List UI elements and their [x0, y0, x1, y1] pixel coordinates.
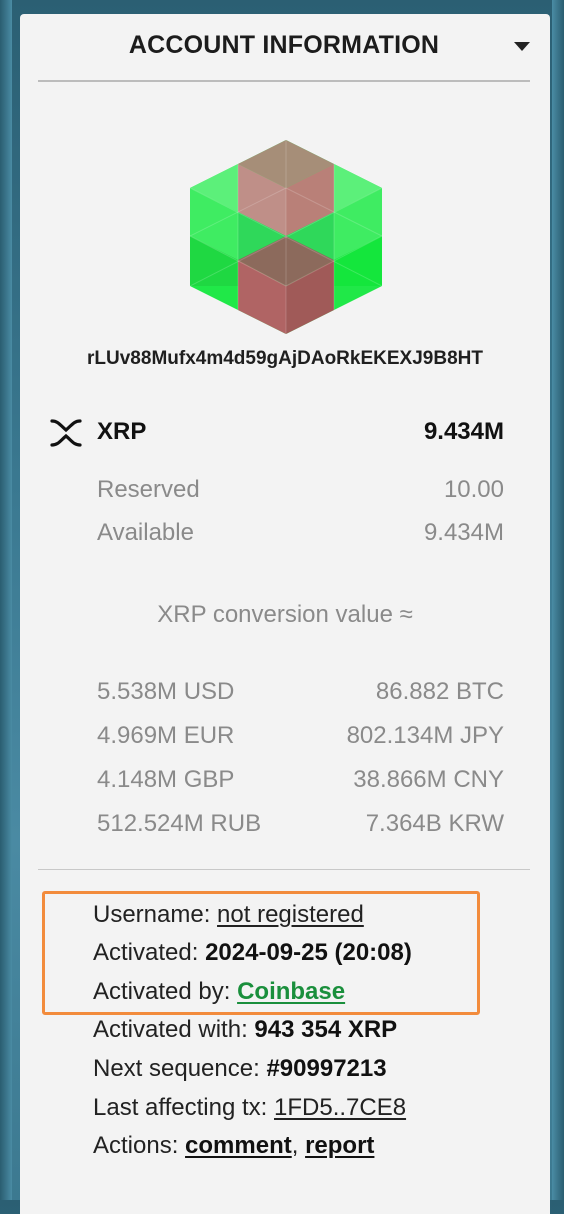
- xrp-logo-icon: [50, 419, 82, 447]
- panel-title: ACCOUNT INFORMATION: [128, 31, 440, 59]
- currency-label: XRP: [97, 418, 147, 445]
- account-info-panel: ACCOUNT INFORMATION rLUv88Mufx4m4d59gAjD…: [20, 14, 550, 1214]
- activated-with-label: Activated with:: [93, 1016, 248, 1043]
- conversion-value: 86.882 BTC: [375, 678, 504, 705]
- actions-line: Actions: comment, report: [93, 1132, 374, 1160]
- activated-label: Activated:: [93, 939, 199, 966]
- balance-amount: 9.434M: [423, 418, 504, 445]
- account-address[interactable]: rLUv88Mufx4m4d59gAjDAoRkEKEXJ9B8HT: [20, 348, 550, 370]
- chevron-down-icon[interactable]: [514, 42, 530, 51]
- activated-by-line: Activated by: Coinbase: [93, 978, 345, 1006]
- activated-line: Activated: 2024-09-25 (20:08): [93, 939, 412, 967]
- conversion-value: 5.538M USD: [97, 678, 235, 705]
- activated-with-line: Activated with: 943 354 XRP: [93, 1016, 397, 1044]
- activated-date: 2024-09-25 (20:08): [205, 939, 412, 966]
- reserved-value: 10.00: [443, 476, 504, 503]
- activated-with-amount: 943 354 XRP: [254, 1016, 398, 1043]
- actions-separator: ,: [291, 1132, 299, 1159]
- last-tx-line: Last affecting tx: 1FD5..7CE8: [93, 1094, 406, 1122]
- section-divider: [38, 869, 530, 870]
- comment-link[interactable]: comment: [185, 1132, 292, 1159]
- background-left: [0, 0, 12, 1200]
- panel-header[interactable]: ACCOUNT INFORMATION: [38, 14, 530, 82]
- username-label: Username:: [93, 901, 211, 928]
- last-tx-link[interactable]: 1FD5..7CE8: [274, 1094, 406, 1121]
- hex-cube-identicon: [190, 140, 382, 334]
- background-right: [552, 0, 564, 1200]
- reserved-label: Reserved: [97, 476, 200, 503]
- conversion-value: 4.148M GBP: [97, 766, 235, 793]
- conversion-value: 512.524M RUB: [97, 810, 262, 837]
- username-link[interactable]: not registered: [217, 901, 364, 928]
- last-tx-label: Last affecting tx:: [93, 1094, 268, 1121]
- available-label: Available: [97, 519, 194, 546]
- activated-by-link[interactable]: Coinbase: [237, 978, 345, 1005]
- next-sequence-value: #90997213: [266, 1055, 387, 1082]
- conversion-title: XRP conversion value ≈: [157, 601, 413, 628]
- next-sequence-label: Next sequence:: [93, 1055, 260, 1082]
- activated-by-label: Activated by:: [93, 978, 231, 1005]
- conversion-value: 7.364B KRW: [365, 810, 504, 837]
- report-link[interactable]: report: [305, 1132, 374, 1159]
- actions-label: Actions:: [93, 1132, 179, 1159]
- conversion-value: 4.969M EUR: [97, 722, 235, 749]
- conversion-value: 38.866M CNY: [353, 766, 504, 793]
- next-sequence-line: Next sequence: #90997213: [93, 1055, 387, 1083]
- available-value: 9.434M: [423, 519, 504, 546]
- conversion-value: 802.134M JPY: [346, 722, 504, 749]
- username-line: Username: not registered: [93, 901, 364, 929]
